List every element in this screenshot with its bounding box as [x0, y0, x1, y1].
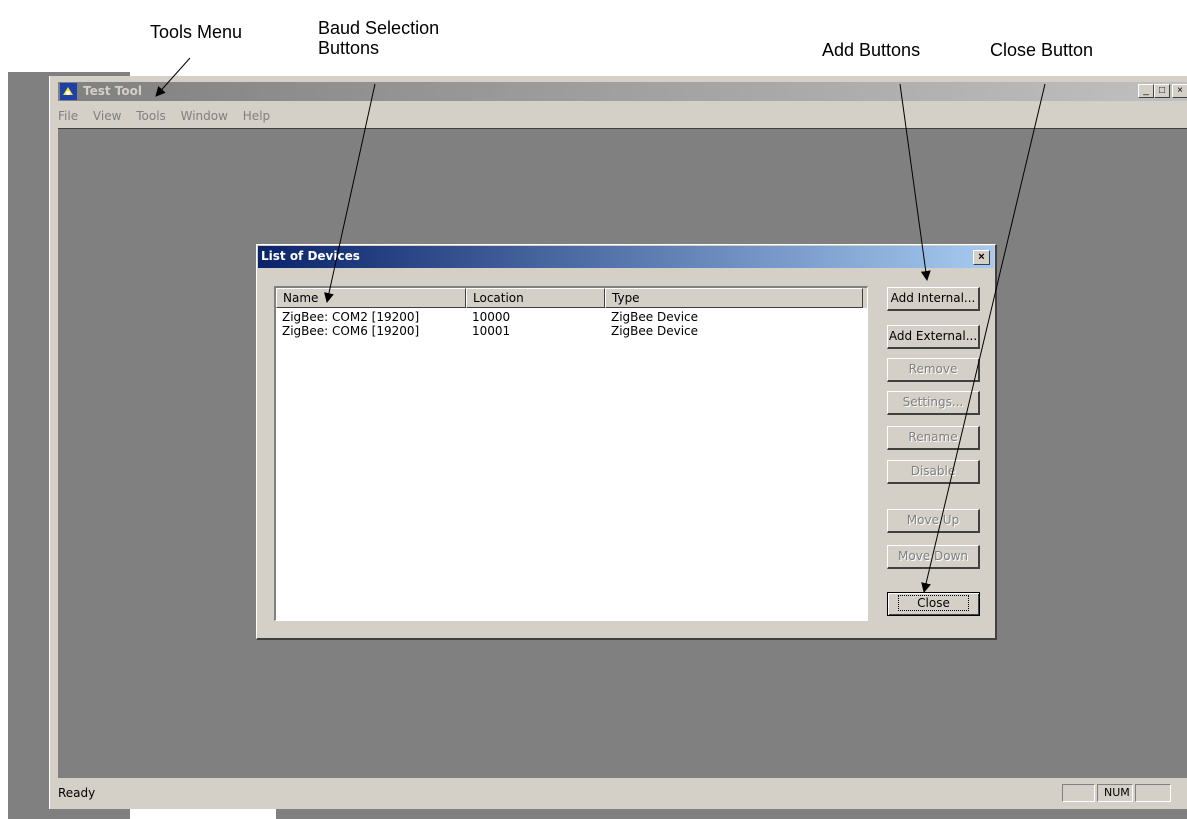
list-header: Name Location Type	[276, 288, 867, 308]
status-pane-num: NUM	[1097, 784, 1133, 802]
annotation-close-button: Close Button	[990, 40, 1094, 60]
settings-button[interactable]: Settings...	[887, 391, 980, 415]
list-item[interactable]: ZigBee: COM2 [19200] 10000 ZigBee Device	[276, 310, 867, 324]
maximize-button[interactable]: □	[1154, 84, 1170, 98]
list-of-devices-dialog: List of Devices × Name Location Type Zig…	[256, 244, 997, 640]
status-pane-1	[1062, 784, 1095, 802]
close-button[interactable]: Close	[887, 592, 980, 616]
status-pane-3	[1135, 784, 1171, 802]
column-header-type[interactable]: Type	[605, 288, 863, 308]
move-up-button[interactable]: Move Up	[887, 509, 980, 533]
disable-button[interactable]: Disable	[887, 460, 980, 484]
column-header-location[interactable]: Location	[466, 288, 605, 308]
list-item[interactable]: ZigBee: COM6 [19200] 10001 ZigBee Device	[276, 324, 867, 338]
cell-name: ZigBee: COM6 [19200]	[282, 324, 420, 338]
column-header-name[interactable]: Name	[276, 288, 466, 308]
status-text: Ready	[58, 786, 96, 800]
app-icon	[60, 83, 77, 100]
app-title: Test Tool	[83, 84, 142, 98]
dialog-title-bar[interactable]: List of Devices ×	[258, 246, 994, 268]
move-down-button[interactable]: Move Down	[887, 545, 980, 569]
background-strip-bottom	[276, 808, 1187, 819]
cell-location: 10000	[472, 310, 511, 324]
menu-file[interactable]: File	[58, 106, 78, 126]
cell-type: ZigBee Device	[611, 324, 699, 338]
menu-bar: File View Tools Window Help	[58, 106, 281, 126]
remove-button[interactable]: Remove	[887, 358, 980, 382]
add-external-button[interactable]: Add External...	[887, 325, 980, 349]
cell-location: 10001	[472, 324, 511, 338]
close-button-label: Close	[898, 595, 969, 611]
status-bar: Ready NUM	[50, 780, 1187, 806]
cell-type: ZigBee Device	[611, 310, 699, 324]
close-window-button[interactable]: ×	[1172, 84, 1187, 98]
cell-name: ZigBee: COM2 [19200]	[282, 310, 420, 324]
add-internal-button[interactable]: Add Internal...	[887, 287, 980, 311]
menu-help[interactable]: Help	[243, 106, 270, 126]
device-list[interactable]: Name Location Type ZigBee: COM2 [19200] …	[274, 286, 868, 621]
app-title-bar[interactable]: Test Tool _ □ ×	[58, 82, 1187, 101]
menu-window[interactable]: Window	[181, 106, 228, 126]
rename-button[interactable]: Rename	[887, 426, 980, 450]
annotation-baud-selection: Baud Selection Buttons	[318, 18, 440, 58]
dialog-title: List of Devices	[261, 249, 360, 263]
annotation-add-buttons: Add Buttons	[822, 40, 921, 60]
minimize-button[interactable]: _	[1138, 84, 1154, 98]
menu-view[interactable]: View	[93, 106, 121, 126]
dialog-close-icon[interactable]: ×	[973, 250, 990, 265]
annotation-tools-menu: Tools Menu	[150, 22, 243, 42]
menu-tools[interactable]: Tools	[136, 106, 166, 126]
